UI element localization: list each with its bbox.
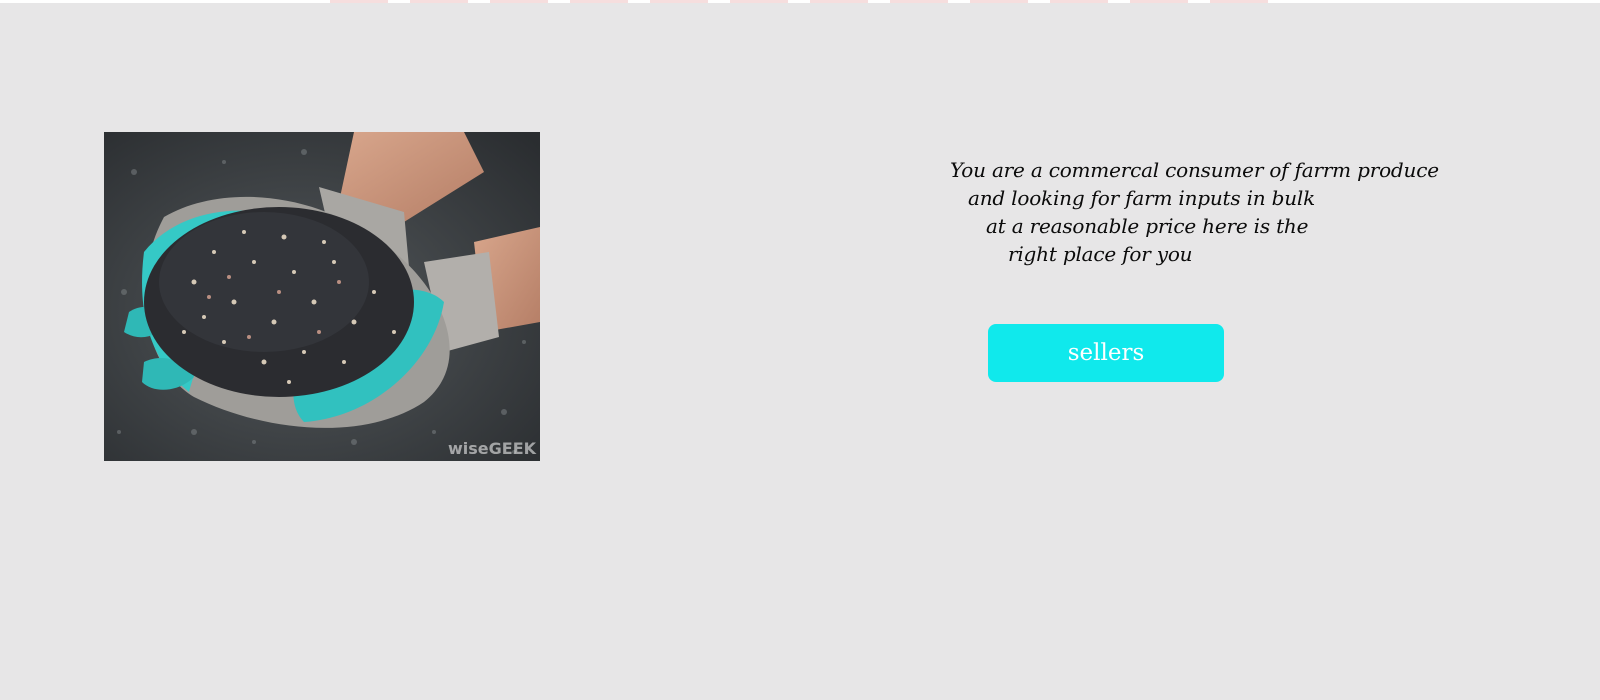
top-tab-strip: [0, 0, 1600, 3]
top-tab-placeholder: [890, 0, 948, 3]
intro-blurb: You are a commercal consumer of farrm pr…: [950, 156, 1448, 268]
top-tab-placeholder: [810, 0, 868, 3]
intro-blurb-line: right place for you: [1008, 242, 1193, 266]
top-tab-placeholder: [1050, 0, 1108, 3]
top-tab-placeholder: [970, 0, 1028, 3]
top-tab-placeholder: [1130, 0, 1188, 3]
intro-blurb-line: at a reasonable price here is the: [986, 214, 1309, 238]
top-tab-placeholder: [490, 0, 548, 3]
top-tab-placeholder: [730, 0, 788, 3]
intro-blurb-line: You are a commercal consumer of farrm pr…: [950, 158, 1439, 182]
sellers-button[interactable]: sellers: [988, 324, 1224, 382]
top-tab-placeholder: [410, 0, 468, 3]
top-tab-placeholder: [330, 0, 388, 3]
fertilizer-hands-photo: wiseGEEK: [104, 132, 540, 461]
top-tab-placeholder: [650, 0, 708, 3]
photo-watermark: wiseGEEK: [448, 439, 537, 458]
top-tab-placeholder: [570, 0, 628, 3]
top-tab-placeholder: [1210, 0, 1268, 3]
intro-blurb-line: and looking for farm inputs in bulk: [968, 186, 1316, 210]
